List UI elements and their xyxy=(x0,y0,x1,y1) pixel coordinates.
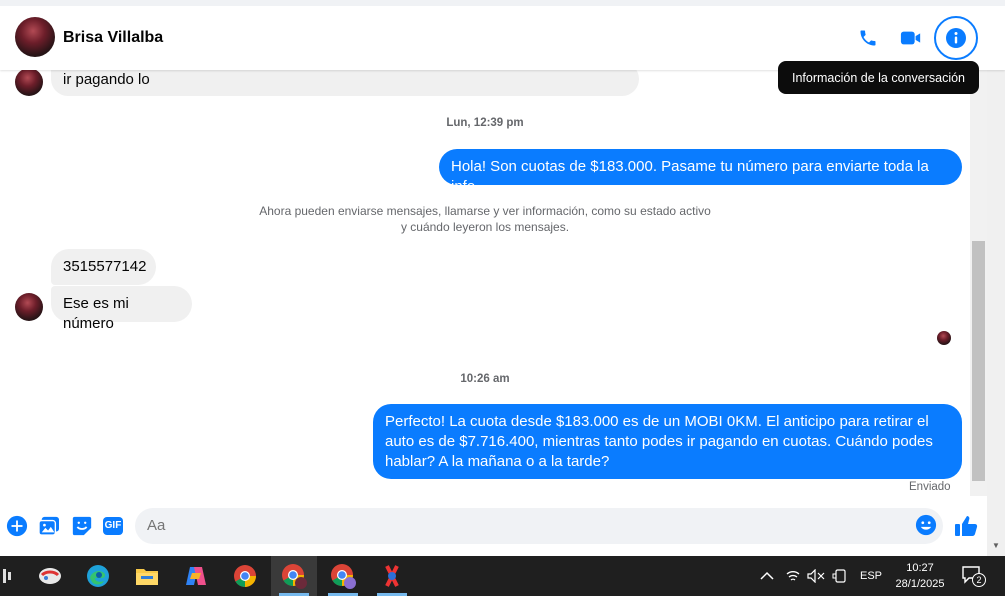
clock-time: 10:27 xyxy=(906,562,934,574)
chrome-icon[interactable] xyxy=(222,556,268,596)
emoji-icon[interactable] xyxy=(915,514,937,536)
contact-avatar[interactable] xyxy=(15,17,55,57)
file-explorer-icon[interactable] xyxy=(124,556,170,596)
app-icon[interactable] xyxy=(27,556,73,596)
chrome-profile-icon-2[interactable] xyxy=(320,556,366,596)
gif-label: GIF xyxy=(102,517,124,535)
message-input[interactable] xyxy=(135,508,943,544)
conversation-header: Brisa Villalba xyxy=(0,0,1005,70)
input-language[interactable]: ESP xyxy=(860,556,882,596)
add-icon[interactable] xyxy=(5,514,29,538)
sent-status: Enviado xyxy=(909,481,951,493)
contact-avatar-small xyxy=(15,293,43,321)
notification-center-icon[interactable]: 2 xyxy=(961,565,987,587)
chrome-profile-icon[interactable] xyxy=(271,556,317,596)
phone-icon[interactable] xyxy=(850,20,886,56)
info-icon[interactable] xyxy=(934,16,978,60)
image-icon[interactable] xyxy=(37,514,61,538)
show-hidden-icons-icon[interactable] xyxy=(760,556,774,596)
system-clock[interactable]: 10:27 28/1/2025 xyxy=(890,560,950,592)
incoming-message[interactable]: 3515577142 xyxy=(51,249,156,285)
gif-icon[interactable]: GIF xyxy=(101,514,125,538)
scroll-down-icon[interactable]: ▼ xyxy=(992,541,1000,550)
wifi-icon[interactable] xyxy=(785,556,801,596)
clock-date: 28/1/2025 xyxy=(895,578,945,590)
system-message: Ahora pueden enviarse mensajes, llamarse… xyxy=(259,204,711,234)
outgoing-message[interactable]: Perfecto! La cuota desde $183.000 es de … xyxy=(373,404,962,479)
edge-icon[interactable] xyxy=(75,556,121,596)
timestamp: Lun, 12:39 pm xyxy=(446,117,524,129)
volume-muted-icon[interactable] xyxy=(807,556,825,596)
contact-avatar-small xyxy=(15,68,43,96)
widgets-icon[interactable] xyxy=(0,556,14,596)
like-icon[interactable] xyxy=(954,514,978,538)
timestamp: 10:26 am xyxy=(460,373,510,385)
copilot-icon[interactable] xyxy=(173,556,219,596)
message-list: ir pagando lo Lun, 12:39 pm Hola! Son cu… xyxy=(0,60,970,500)
page-scrollbar[interactable]: ▼ xyxy=(987,0,1005,556)
conversation-info-tooltip: Información de la conversación xyxy=(778,61,979,94)
battery-icon[interactable] xyxy=(832,556,848,596)
outgoing-message[interactable]: Hola! Son cuotas de $183.000. Pasame tu … xyxy=(439,149,962,195)
video-icon[interactable] xyxy=(893,20,929,56)
seen-receipt-avatar xyxy=(937,331,951,345)
sticker-icon[interactable] xyxy=(70,514,94,538)
notification-count: 2 xyxy=(972,573,986,587)
windows-taskbar: ESP 10:27 28/1/2025 2 xyxy=(0,556,1005,596)
scrollbar-thumb[interactable] xyxy=(972,241,985,481)
contact-name[interactable]: Brisa Villalba xyxy=(63,29,163,47)
incoming-message[interactable]: Ese es mi número xyxy=(51,286,192,332)
message-composer: GIF xyxy=(0,500,987,556)
app-icon-2[interactable] xyxy=(369,556,415,596)
